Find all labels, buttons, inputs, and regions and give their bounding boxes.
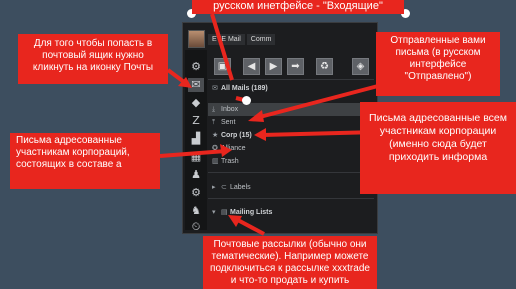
note-mail-icon: Для того чтобы попасть в почтовый ящик н…	[18, 34, 168, 84]
note-mailing-lists: Почтовые рассылки (обычно они тематическ…	[203, 236, 377, 289]
marker-dot	[242, 96, 251, 105]
note-corp: Письма адресованные всем участникам корп…	[360, 102, 516, 194]
note-sent: Отправленные вами письма (в русском инте…	[376, 32, 500, 96]
note-alliance: Письма адресованные участникам корпораци…	[10, 133, 160, 189]
note-inbox: русском инетфейсе - "Входящие"	[192, 0, 404, 14]
